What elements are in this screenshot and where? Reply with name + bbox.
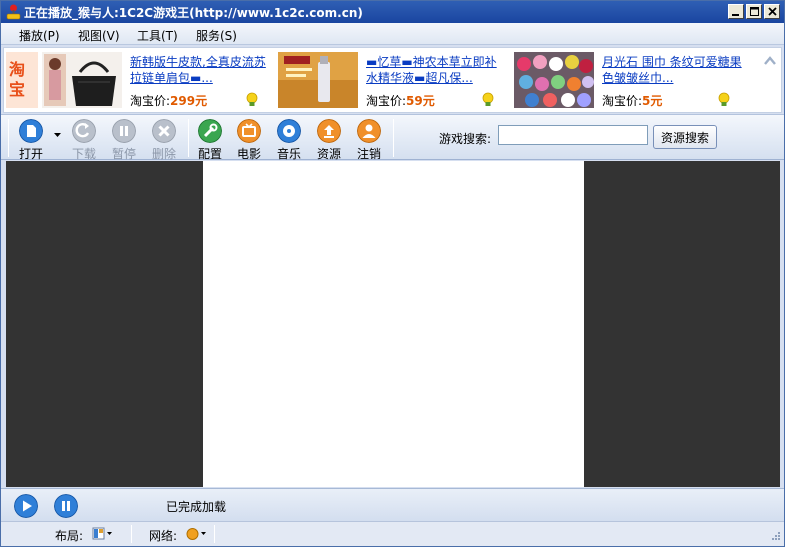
delete-label: 删除 bbox=[151, 147, 176, 161]
bulb-icon[interactable] bbox=[244, 92, 260, 108]
content-area bbox=[6, 161, 780, 487]
handbag-product-image[interactable] bbox=[42, 52, 122, 108]
play-icon[interactable] bbox=[14, 494, 38, 518]
music-disc-icon bbox=[277, 119, 301, 143]
network-status-icon bbox=[186, 528, 206, 540]
movie-label: 电影 bbox=[236, 147, 261, 161]
status-bar: 布局: 网络: bbox=[1, 521, 784, 546]
game-search-label: 游戏搜索: bbox=[439, 132, 492, 146]
window-title: 正在播放_猴与人:1C2C游戏王(http://www.1c2c.com.cn) bbox=[24, 6, 363, 20]
delete-button[interactable]: 删除 bbox=[147, 119, 181, 161]
maximize-button[interactable] bbox=[746, 4, 762, 19]
main-toolbar: 打开 下载 暂停 删除 配置 电影 音乐 资源 注销 游戏搜索: 资源搜索 bbox=[1, 114, 784, 161]
title-bar[interactable]: 正在播放_猴与人:1C2C游戏王(http://www.1c2c.com.cn) bbox=[1, 1, 784, 23]
minimize-button[interactable] bbox=[728, 4, 744, 19]
status-divider bbox=[131, 525, 132, 543]
delete-x-icon bbox=[152, 119, 176, 143]
pause-label: 暂停 bbox=[111, 147, 136, 161]
open-button[interactable]: 打开 bbox=[14, 119, 48, 161]
layout-label: 布局: bbox=[55, 529, 84, 543]
menu-bar: 播放(P) 视图(V) 工具(T) 服务(S) bbox=[1, 23, 784, 45]
upload-resource-icon bbox=[317, 119, 341, 143]
layout-icon bbox=[92, 527, 112, 540]
close-button[interactable] bbox=[764, 4, 780, 19]
toolbar-divider bbox=[188, 119, 189, 157]
ad-title[interactable]: 新韩版牛皮款,全真皮流苏拉链单肩包▬... bbox=[130, 54, 270, 86]
tv-icon bbox=[237, 119, 261, 143]
resource-label: 资源 bbox=[316, 147, 341, 161]
caret-down-icon[interactable] bbox=[54, 133, 61, 138]
taobao-logo[interactable]: 淘宝 bbox=[6, 52, 38, 108]
ad-price-row: 淘宝价:5元 bbox=[602, 92, 662, 109]
ad-item[interactable]: 月光石 围巾 条纹可爱糖果色皱皱丝巾... 淘宝价:5元 bbox=[514, 52, 744, 110]
scarf-product-image[interactable] bbox=[514, 52, 594, 108]
logout-button[interactable]: 注销 bbox=[352, 119, 386, 161]
menu-play[interactable]: 播放(P) bbox=[19, 27, 60, 44]
settings-button[interactable]: 配置 bbox=[193, 119, 227, 161]
taobao-logo-text: 淘宝 bbox=[9, 60, 26, 99]
bulb-icon[interactable] bbox=[716, 92, 732, 108]
player-bar: 已完成加载 bbox=[1, 488, 784, 521]
ad-price: 59元 bbox=[406, 94, 435, 108]
resource-button[interactable]: 资源 bbox=[312, 119, 346, 161]
pause-icon[interactable] bbox=[54, 494, 78, 518]
ad-title[interactable]: 月光石 围巾 条纹可爱糖果色皱皱丝巾... bbox=[602, 54, 742, 86]
menu-service[interactable]: 服务(S) bbox=[196, 27, 237, 44]
game-search-input[interactable] bbox=[498, 125, 648, 145]
menu-tools[interactable]: 工具(T) bbox=[137, 27, 178, 44]
close-icon bbox=[765, 5, 779, 18]
resource-search-button[interactable]: 资源搜索 bbox=[653, 125, 717, 149]
network-label: 网络: bbox=[149, 529, 178, 543]
download-arrow-icon bbox=[72, 119, 96, 143]
ad-price-label: 淘宝价: bbox=[366, 94, 407, 108]
ad-item[interactable]: ▬忆草▬神农本草立即补水精华液▬超凡保... 淘宝价:59元 bbox=[278, 52, 508, 110]
joystick-icon bbox=[6, 4, 21, 20]
maximize-icon bbox=[747, 5, 761, 18]
open-file-icon bbox=[19, 119, 43, 143]
ad-price-label: 淘宝价: bbox=[130, 94, 171, 108]
toolbar-divider bbox=[8, 119, 9, 157]
ad-price: 5元 bbox=[642, 94, 663, 108]
ad-title[interactable]: ▬忆草▬神农本草立即补水精华液▬超凡保... bbox=[366, 54, 506, 86]
music-button[interactable]: 音乐 bbox=[272, 119, 306, 161]
ad-banner: 淘宝 新韩版牛皮款,全真皮流苏拉链单肩包▬... 淘宝价:299元 ▬忆草▬神农… bbox=[3, 47, 782, 113]
resize-grip-icon[interactable] bbox=[769, 531, 781, 543]
music-label: 音乐 bbox=[276, 147, 301, 161]
user-logout-icon bbox=[357, 119, 381, 143]
ad-item[interactable]: 新韩版牛皮款,全真皮流苏拉链单肩包▬... 淘宝价:299元 bbox=[42, 52, 272, 110]
download-button[interactable]: 下载 bbox=[67, 119, 101, 161]
pause-icon bbox=[112, 119, 136, 143]
logout-label: 注销 bbox=[356, 147, 381, 161]
load-status: 已完成加载 bbox=[166, 500, 227, 514]
ad-price-row: 淘宝价:299元 bbox=[130, 92, 207, 109]
download-label: 下载 bbox=[71, 147, 96, 161]
movie-button[interactable]: 电影 bbox=[232, 119, 266, 161]
app-window: 正在播放_猴与人:1C2C游戏王(http://www.1c2c.com.cn)… bbox=[0, 0, 785, 547]
chevron-up-icon[interactable] bbox=[763, 54, 777, 68]
skincare-product-image[interactable] bbox=[278, 52, 358, 108]
status-divider bbox=[214, 525, 215, 543]
menu-view[interactable]: 视图(V) bbox=[78, 27, 120, 44]
network-dropdown[interactable] bbox=[185, 526, 209, 542]
open-label: 打开 bbox=[18, 147, 43, 161]
game-view[interactable] bbox=[203, 161, 584, 487]
ad-price-label: 淘宝价: bbox=[602, 94, 643, 108]
ad-price-row: 淘宝价:59元 bbox=[366, 92, 435, 109]
layout-dropdown[interactable] bbox=[91, 526, 115, 542]
settings-label: 配置 bbox=[197, 147, 222, 161]
wrench-icon bbox=[198, 119, 222, 143]
pause-button[interactable]: 暂停 bbox=[107, 119, 141, 161]
bulb-icon[interactable] bbox=[480, 92, 496, 108]
minimize-icon bbox=[729, 5, 743, 18]
toolbar-divider bbox=[393, 119, 394, 157]
ad-price: 299元 bbox=[170, 94, 208, 108]
